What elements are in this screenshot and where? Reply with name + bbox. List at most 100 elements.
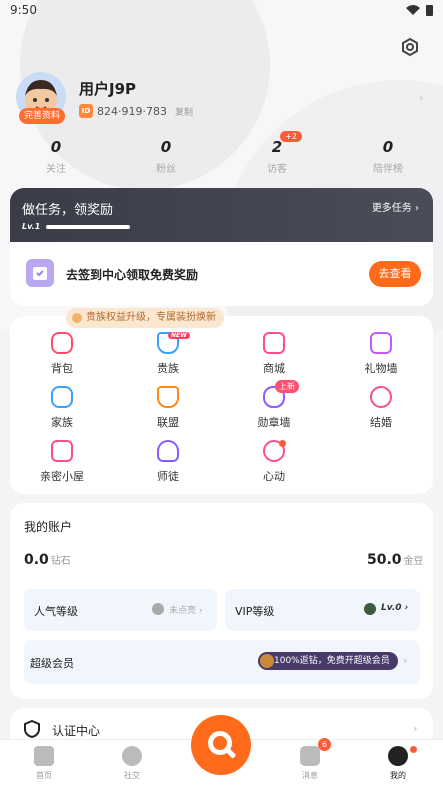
heart-house-icon [51, 440, 73, 462]
menu-item-backpack[interactable]: 背包 [17, 332, 107, 376]
tab-social[interactable]: 社交 [102, 746, 162, 781]
calendar-icon [26, 259, 54, 287]
tab-home[interactable]: 首页 [14, 746, 74, 781]
menu-item-nobility[interactable]: 贵族 [123, 332, 213, 376]
tab-me[interactable]: 我的 [368, 746, 428, 781]
menu-item-family[interactable]: 家族 [17, 386, 107, 430]
stat-value: 0 [382, 138, 394, 156]
gift-icon [370, 332, 392, 354]
auth-center-label: 认证中心 [52, 724, 101, 738]
id-icon: ID [79, 104, 93, 118]
home-icon [34, 746, 54, 766]
auth-chevron-icon: › [413, 722, 418, 735]
nobility-tip[interactable]: 贵族权益升级，专属装扮焕新 [66, 308, 224, 328]
gold-balance[interactable]: 50.0 金豆 [367, 552, 424, 568]
ring-icon [370, 386, 392, 408]
heartbeat-dot [279, 440, 286, 447]
profile-chevron-icon[interactable]: › [419, 91, 423, 104]
stat-label: 访客 [267, 164, 287, 175]
stat-label: 关注 [46, 164, 66, 175]
account-title: 我的账户 [24, 520, 73, 534]
message-icon [300, 746, 320, 766]
menu-item-mentor[interactable]: 师徒 [123, 440, 213, 484]
stat-companion-rank[interactable]: 0 陪伴榜 [343, 138, 433, 175]
task-header: 做任务，领奖励 更多任务 › Lv.1 [10, 188, 433, 242]
backpack-icon [51, 332, 73, 354]
diamond-balance[interactable]: 0.0 钻石 [24, 552, 71, 568]
message-count-badge: 6 [318, 738, 331, 751]
settings-icon[interactable] [400, 37, 420, 57]
vip-level-box[interactable]: VIP等级 Lv.0 › [225, 589, 420, 631]
new-arrival-badge: 上新 [275, 380, 299, 393]
stat-value: 2 [271, 138, 283, 156]
tab-label: 社交 [124, 771, 140, 780]
menu-item-label: 家族 [51, 416, 73, 429]
task-card: 做任务，领奖励 更多任务 › Lv.1 去签到中心领取免费奖励 去查看 [10, 188, 433, 306]
compass-icon [122, 746, 142, 766]
discover-fab[interactable] [191, 715, 251, 775]
menu-item-intimate-house[interactable]: 亲密小屋 [17, 440, 107, 484]
popularity-label: 人气等级 [34, 605, 78, 618]
popularity-badge-icon [152, 603, 164, 615]
more-tasks-link[interactable]: 更多任务 › [372, 199, 419, 214]
gold-unit: 金豆 [403, 556, 424, 567]
alliance-icon [157, 386, 179, 408]
new-badge: NEW [168, 332, 190, 339]
stat-label: 陪伴榜 [373, 164, 403, 175]
menu-item-marriage[interactable]: 结婚 [336, 386, 426, 430]
shop-icon [263, 332, 285, 354]
menu-item-label: 礼物墙 [364, 362, 398, 375]
stat-fans[interactable]: 0 粉丝 [121, 138, 211, 175]
auth-shield-icon [24, 720, 40, 738]
view-button[interactable]: 去查看 [369, 261, 421, 287]
menu-item-gift-wall[interactable]: 礼物墙 [336, 332, 426, 376]
super-member-promo[interactable]: 100%返钻，免费开超级会员 [258, 652, 398, 670]
menu-item-label: 贵族 [157, 362, 179, 375]
family-icon [51, 386, 73, 408]
task-title: 做任务，领奖励 [22, 203, 114, 218]
me-tab-dot [410, 746, 417, 753]
diamond-unit: 钻石 [50, 556, 71, 567]
checkin-text: 去签到中心领取免费奖励 [66, 268, 199, 282]
tab-label: 我的 [390, 771, 406, 780]
username: 用户J9P [79, 80, 137, 98]
vip-label: VIP等级 [235, 605, 275, 618]
vip-level: Lv.0 › [381, 603, 409, 613]
menu-item-label: 联盟 [157, 416, 179, 429]
visitor-new-badge: +2 [280, 131, 302, 142]
tab-label: 首页 [36, 771, 52, 780]
level-label: Lv.1 [22, 222, 41, 231]
menu-item-mall[interactable]: 商城 [229, 332, 319, 376]
mentor-icon [157, 440, 179, 462]
stat-visitors[interactable]: 2 访客 [232, 138, 322, 175]
super-member-promo-text: 100%返钻，免费开超级会员 [274, 656, 390, 666]
complete-profile-badge[interactable]: 完善资料 [19, 108, 65, 124]
coin-icon [260, 654, 274, 668]
battery-icon [426, 5, 433, 16]
menu-item-alliance[interactable]: 联盟 [123, 386, 213, 430]
vip-badge-icon [364, 603, 376, 615]
user-id: 824·919·783 [97, 104, 167, 118]
status-bar: 9:50 [0, 0, 443, 22]
popularity-level-box[interactable]: 人气等级 未点亮 › [24, 589, 217, 631]
tab-label: 消息 [302, 771, 318, 780]
stat-value: 0 [160, 138, 172, 156]
stat-label: 粉丝 [156, 164, 176, 175]
menu-item-medal-wall[interactable]: 勋章墙 [229, 386, 319, 430]
popularity-status: 未点亮 › [169, 606, 203, 616]
level-progress-bar [46, 225, 130, 229]
gold-value: 50.0 [367, 552, 402, 568]
menu-item-label: 心动 [263, 470, 285, 483]
diamond-value: 0.0 [24, 552, 49, 568]
menu-item-heartbeat[interactable]: 心动 [229, 440, 319, 484]
wifi-icon [406, 5, 420, 15]
menu-item-label: 亲密小屋 [40, 470, 84, 483]
stat-following[interactable]: 0 关注 [11, 138, 101, 175]
menu-item-label: 结婚 [370, 416, 392, 429]
stat-value: 0 [50, 138, 62, 156]
menu-item-label: 师徒 [157, 470, 179, 483]
checkin-row[interactable]: 去签到中心领取免费奖励 去查看 [10, 242, 433, 306]
menu-item-label: 背包 [51, 362, 73, 375]
tab-messages[interactable]: 消息 [280, 746, 340, 781]
copy-button[interactable]: 复制 [175, 105, 193, 118]
